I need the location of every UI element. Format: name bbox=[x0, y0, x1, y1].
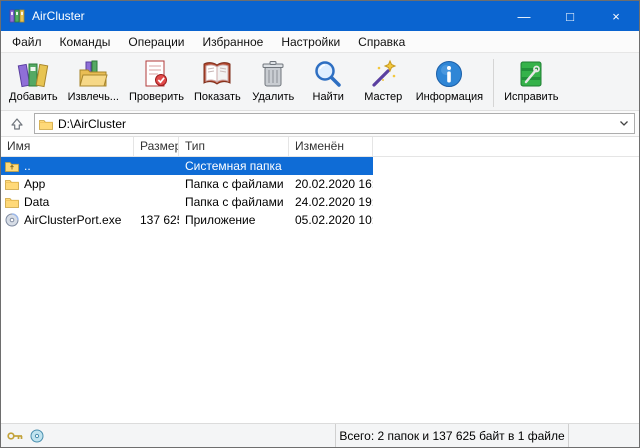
up-arrow-icon bbox=[10, 117, 24, 131]
up-directory-button[interactable] bbox=[5, 114, 29, 134]
toolbar: Добавить Извлечь... bbox=[1, 53, 639, 111]
chevron-down-icon bbox=[619, 120, 629, 127]
row-type: Приложение bbox=[179, 213, 289, 227]
row-name: Data bbox=[24, 195, 49, 209]
address-combobox[interactable]: D:\AirCluster bbox=[34, 113, 635, 134]
window-controls: — □ × bbox=[501, 1, 639, 31]
address-path: D:\AirCluster bbox=[58, 117, 611, 131]
row-name: .. bbox=[24, 159, 31, 173]
view-file-icon bbox=[201, 58, 233, 90]
row-type: Папка с файлами bbox=[179, 195, 289, 209]
menu-operations[interactable]: Операции bbox=[119, 31, 193, 53]
menu-file[interactable]: Файл bbox=[3, 31, 51, 53]
window-title: AirCluster bbox=[32, 9, 501, 23]
address-dropdown-button[interactable] bbox=[616, 114, 632, 133]
folder-up-icon bbox=[5, 160, 19, 172]
column-header-type[interactable]: Тип bbox=[179, 137, 289, 156]
table-row-parent-dir[interactable]: .. Системная папка bbox=[1, 157, 373, 175]
column-header-modified[interactable]: Изменён bbox=[289, 137, 373, 156]
table-row-exe[interactable]: AirClusterPort.exe 137 625 Приложение 05… bbox=[1, 211, 373, 229]
extract-icon bbox=[77, 58, 109, 90]
wizard-icon bbox=[367, 58, 399, 90]
aircluster-window: AirCluster — □ × Файл Команды Операции И… bbox=[0, 0, 640, 448]
row-modified: 24.02.2020 19:38 bbox=[289, 195, 373, 209]
delete-button[interactable]: Удалить bbox=[246, 55, 301, 104]
view-button-label: Показать bbox=[194, 91, 241, 103]
add-archive-icon bbox=[17, 58, 49, 90]
repair-button-label: Исправить bbox=[504, 91, 558, 103]
list-header: Имя Размер Тип Изменён bbox=[1, 137, 639, 157]
view-button[interactable]: Показать bbox=[189, 55, 246, 104]
row-name: AirClusterPort.exe bbox=[24, 213, 121, 227]
file-list: Имя Размер Тип Изменён .. Системная папк… bbox=[1, 137, 639, 423]
test-button-label: Проверить bbox=[129, 91, 184, 103]
row-name: App bbox=[24, 177, 45, 191]
disk-icon[interactable] bbox=[28, 427, 46, 445]
statusbar-right-panel bbox=[569, 424, 639, 447]
add-button-label: Добавить bbox=[9, 91, 58, 103]
delete-icon bbox=[257, 58, 289, 90]
folder-icon bbox=[5, 178, 19, 190]
extract-button-label: Извлечь... bbox=[68, 91, 119, 103]
titlebar: AirCluster — □ × bbox=[1, 1, 639, 31]
statusbar-totals: Всего: 2 папок и 137 625 байт в 1 файле bbox=[336, 424, 569, 447]
maximize-button[interactable]: □ bbox=[547, 1, 593, 31]
extract-button[interactable]: Извлечь... bbox=[63, 55, 124, 104]
column-header-size[interactable]: Размер bbox=[134, 137, 179, 156]
find-button[interactable]: Найти bbox=[301, 55, 356, 104]
column-header-name[interactable]: Имя bbox=[1, 137, 134, 156]
delete-button-label: Удалить bbox=[252, 91, 294, 103]
row-type: Системная папка bbox=[179, 159, 289, 173]
info-button[interactable]: Информация bbox=[411, 55, 488, 104]
minimize-button[interactable]: — bbox=[501, 1, 547, 31]
row-size: 137 625 bbox=[134, 213, 179, 227]
row-modified: 05.02.2020 10:47 bbox=[289, 213, 373, 227]
menubar: Файл Команды Операции Избранное Настройк… bbox=[1, 31, 639, 53]
menu-favorites[interactable]: Избранное bbox=[194, 31, 273, 53]
test-archive-icon bbox=[140, 58, 172, 90]
repair-icon bbox=[515, 58, 547, 90]
add-button[interactable]: Добавить bbox=[4, 55, 63, 104]
wizard-button[interactable]: Мастер bbox=[356, 55, 411, 104]
table-row-data[interactable]: Data Папка с файлами 24.02.2020 19:38 bbox=[1, 193, 373, 211]
application-icon bbox=[5, 213, 19, 227]
column-header-filler bbox=[373, 137, 639, 156]
find-icon bbox=[312, 58, 344, 90]
app-icon bbox=[9, 8, 25, 24]
wizard-button-label: Мастер bbox=[364, 91, 402, 103]
repair-button[interactable]: Исправить bbox=[499, 55, 563, 104]
folder-icon bbox=[5, 196, 19, 208]
addressbar: D:\AirCluster bbox=[1, 111, 639, 137]
menu-help[interactable]: Справка bbox=[349, 31, 414, 53]
table-row-app[interactable]: App Папка с файлами 20.02.2020 16:20 bbox=[1, 175, 373, 193]
info-button-label: Информация bbox=[416, 91, 483, 103]
folder-icon bbox=[39, 118, 53, 130]
find-button-label: Найти bbox=[313, 91, 344, 103]
key-icon[interactable] bbox=[6, 427, 24, 445]
row-type: Папка с файлами bbox=[179, 177, 289, 191]
statusbar: Всего: 2 папок и 137 625 байт в 1 файле bbox=[1, 423, 639, 447]
menu-commands[interactable]: Команды bbox=[51, 31, 120, 53]
menu-settings[interactable]: Настройки bbox=[272, 31, 349, 53]
statusbar-left-panel bbox=[1, 424, 336, 447]
close-button[interactable]: × bbox=[593, 1, 639, 31]
info-icon bbox=[433, 58, 465, 90]
row-modified: 20.02.2020 16:20 bbox=[289, 177, 373, 191]
toolbar-separator bbox=[493, 59, 494, 107]
test-button[interactable]: Проверить bbox=[124, 55, 189, 104]
